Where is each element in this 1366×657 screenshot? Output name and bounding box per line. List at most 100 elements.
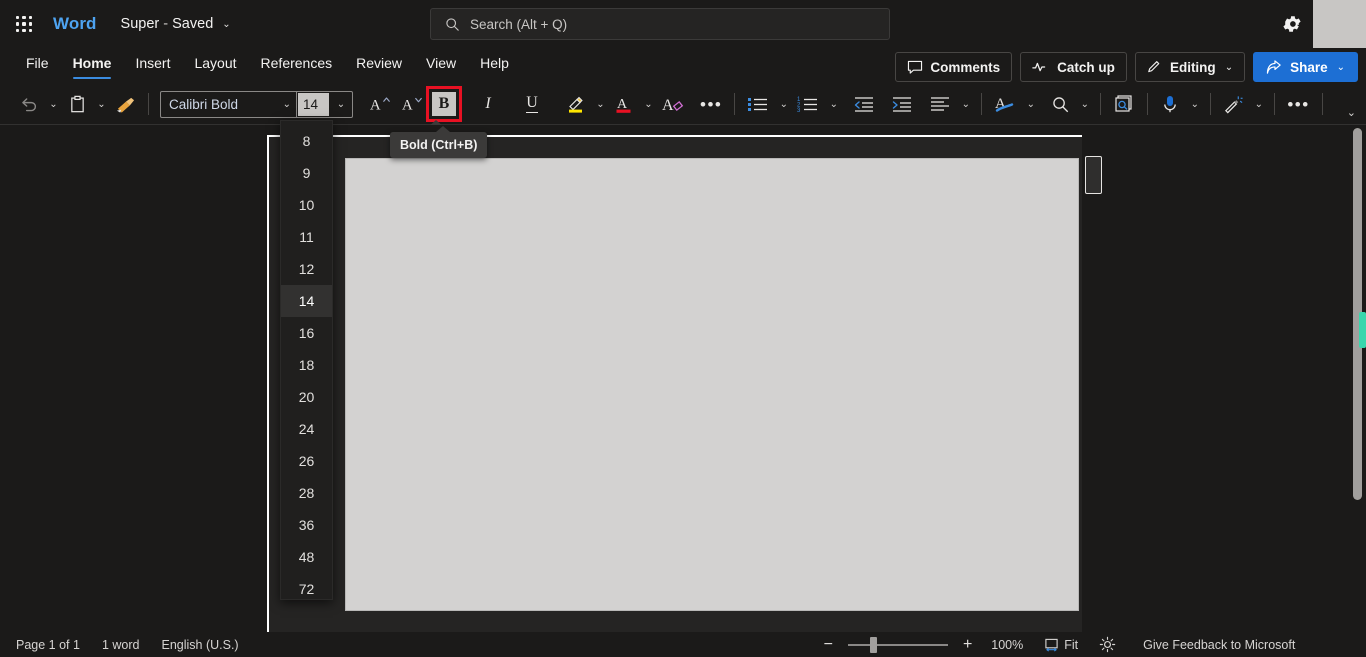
editor-button[interactable]: [1108, 88, 1140, 120]
tab-home[interactable]: Home: [61, 48, 124, 81]
app-brand-word[interactable]: Word: [53, 14, 97, 34]
styles-dropdown[interactable]: ⌄: [1021, 88, 1039, 120]
feedback-link[interactable]: Give Feedback to Microsoft: [1143, 638, 1295, 652]
font-name-value: Calibri Bold: [169, 96, 239, 112]
font-size-option[interactable]: 28: [281, 477, 332, 509]
page-count[interactable]: Page 1 of 1: [16, 638, 80, 652]
font-size-option[interactable]: 8: [281, 125, 332, 157]
underline-button[interactable]: U: [517, 88, 547, 120]
text-highlight-button[interactable]: [561, 88, 591, 120]
more-toolbar-button[interactable]: •••: [1282, 88, 1314, 120]
tab-review[interactable]: Review: [344, 48, 414, 81]
comments-label: Comments: [930, 59, 1001, 75]
tab-view[interactable]: View: [414, 48, 468, 81]
tab-help[interactable]: Help: [468, 48, 521, 81]
font-size-dropdown-toggle[interactable]: ⌄: [329, 99, 352, 110]
more-font-options-button[interactable]: •••: [695, 88, 727, 120]
dictate-dropdown[interactable]: ⌄: [1185, 88, 1203, 120]
paste-dropdown[interactable]: ⌄: [92, 88, 110, 120]
undo-button[interactable]: [14, 88, 44, 120]
zoom-slider-thumb[interactable]: [869, 636, 877, 653]
font-size-option[interactable]: 72: [281, 573, 332, 605]
language-indicator[interactable]: English (U.S.): [161, 638, 238, 652]
numbering-dropdown[interactable]: ⌄: [824, 88, 842, 120]
zoom-in-button[interactable]: +: [963, 636, 972, 653]
chevron-down-icon[interactable]: ⌄: [222, 19, 230, 30]
highlight-dropdown[interactable]: ⌄: [591, 88, 609, 120]
decrease-indent-button[interactable]: [848, 88, 880, 120]
dictate-icon: [1164, 96, 1177, 113]
increase-indent-button[interactable]: [886, 88, 918, 120]
zoom-out-button[interactable]: −: [824, 636, 833, 653]
search-box[interactable]: [430, 8, 890, 40]
tab-label: Help: [480, 55, 509, 71]
clear-formatting-button[interactable]: A: [657, 88, 689, 120]
tab-insert[interactable]: Insert: [123, 48, 182, 81]
font-size-option[interactable]: 16: [281, 317, 332, 349]
font-color-button[interactable]: A: [609, 88, 639, 120]
toolbar-divider: [734, 93, 736, 115]
font-size-dropdown-list[interactable]: 8 9 10 11 12 14 16 18 20 24 26 28 36 48 …: [280, 120, 333, 600]
find-dropdown[interactable]: ⌄: [1075, 88, 1093, 120]
font-size-option[interactable]: 9: [281, 157, 332, 189]
font-color-dropdown[interactable]: ⌄: [639, 88, 657, 120]
share-icon: [1266, 59, 1281, 74]
undo-dropdown[interactable]: ⌄: [44, 88, 62, 120]
decrease-indent-icon: [855, 97, 874, 112]
zoom-slider[interactable]: [847, 636, 948, 653]
find-button[interactable]: [1045, 88, 1075, 120]
save-state: Saved: [172, 16, 214, 32]
floating-side-control[interactable]: [1085, 156, 1102, 194]
bullets-button[interactable]: [742, 88, 774, 120]
catch-up-button[interactable]: Catch up: [1020, 52, 1127, 82]
paste-button[interactable]: [62, 88, 92, 120]
chevron-down-icon: ⌄: [644, 98, 653, 110]
align-dropdown[interactable]: ⌄: [956, 88, 974, 120]
format-painter-button[interactable]: [110, 88, 141, 120]
shrink-font-button[interactable]: A: [397, 88, 429, 120]
tab-layout[interactable]: Layout: [182, 48, 248, 81]
numbering-button[interactable]: 1 2 3: [792, 88, 824, 120]
styles-button[interactable]: A: [989, 88, 1021, 120]
font-size-option[interactable]: 26: [281, 445, 332, 477]
bold-button[interactable]: B: [426, 86, 462, 122]
tab-references[interactable]: References: [249, 48, 345, 81]
font-size-option-selected[interactable]: 14: [281, 285, 332, 317]
italic-button[interactable]: I: [473, 88, 503, 120]
search-input[interactable]: [470, 16, 850, 32]
zoom-level[interactable]: 100%: [991, 638, 1023, 652]
designer-dropdown[interactable]: ⌄: [1249, 88, 1267, 120]
document-title[interactable]: Super - Saved ⌄: [121, 16, 231, 32]
font-size-input[interactable]: [298, 92, 329, 116]
scrollbar-marker[interactable]: [1359, 312, 1366, 348]
font-size-option[interactable]: 24: [281, 413, 332, 445]
font-name-select[interactable]: Calibri Bold ⌄: [161, 92, 296, 117]
document-page[interactable]: [345, 158, 1079, 611]
settings-gear-icon[interactable]: [1281, 13, 1305, 37]
toolbar-divider: [1210, 93, 1212, 115]
grow-font-button[interactable]: A: [365, 88, 397, 120]
word-count[interactable]: 1 word: [102, 638, 140, 652]
app-launcher-icon[interactable]: [12, 12, 36, 36]
font-size-option[interactable]: 18: [281, 349, 332, 381]
dictate-button[interactable]: [1155, 88, 1185, 120]
collapse-ribbon-button[interactable]: ⌄: [1347, 106, 1356, 119]
font-size-option[interactable]: 10: [281, 189, 332, 221]
share-button[interactable]: Share ⌄: [1253, 52, 1358, 82]
font-size-option[interactable]: 12: [281, 253, 332, 285]
font-size-option[interactable]: 48: [281, 541, 332, 573]
fit-page-button[interactable]: Fit: [1044, 638, 1078, 652]
focus-mode-button[interactable]: [1099, 636, 1116, 653]
font-size-option[interactable]: 20: [281, 381, 332, 413]
comments-button[interactable]: Comments: [895, 52, 1013, 82]
chevron-down-icon: ⌄: [961, 98, 971, 110]
align-button[interactable]: [924, 88, 956, 120]
designer-button[interactable]: [1218, 88, 1249, 120]
fit-label: Fit: [1064, 637, 1079, 652]
font-size-option[interactable]: 36: [281, 509, 332, 541]
chevron-down-icon: ⌄: [49, 98, 58, 110]
font-size-option[interactable]: 11: [281, 221, 332, 253]
tab-file[interactable]: File: [14, 48, 61, 81]
bullets-dropdown[interactable]: ⌄: [774, 88, 792, 120]
editing-mode-button[interactable]: Editing ⌄: [1134, 52, 1246, 82]
